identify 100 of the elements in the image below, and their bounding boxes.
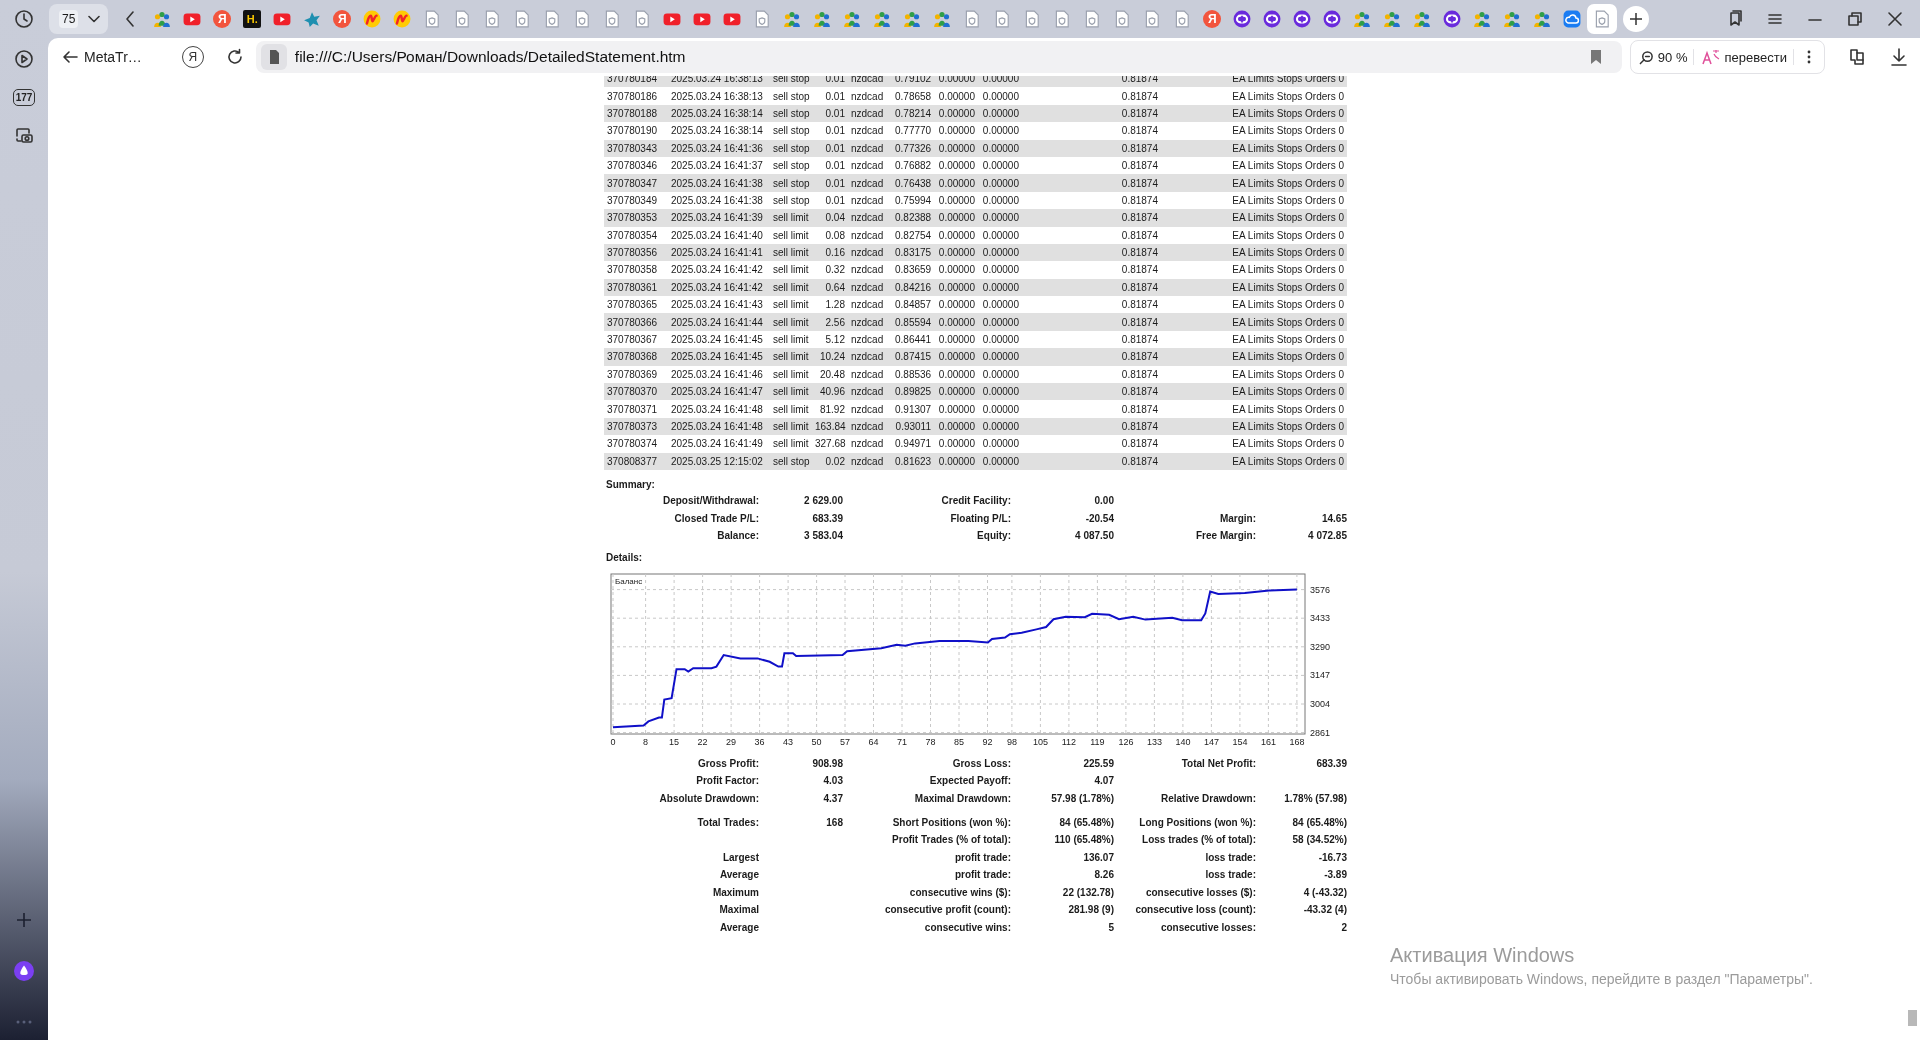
- zoom-button[interactable]: 90 %: [1638, 49, 1688, 65]
- table-cell: 0.01: [812, 87, 848, 105]
- table-cell: 0.01: [812, 174, 848, 192]
- page-icon: [513, 10, 532, 28]
- video-play-icon: [273, 10, 292, 28]
- axis-tick-label: 8: [643, 737, 649, 748]
- table-cell: 0.94971: [892, 435, 934, 453]
- table-cell: 0.81874: [1100, 435, 1161, 453]
- stat-value: 14.65: [1320, 512, 1347, 524]
- table-cell: 0.81874: [1100, 261, 1161, 279]
- back-button[interactable]: MetaTr…: [62, 49, 142, 65]
- table-cell: 0.81874: [1100, 452, 1161, 470]
- table-cell: 2025.03.24 16:38:13: [668, 76, 770, 88]
- activation-title: Активация Windows: [1390, 944, 1576, 967]
- table-cell: sell limit: [770, 313, 812, 331]
- table-cell: EA Limits Stops Orders 0: [1161, 209, 1347, 227]
- table-cell: 370780347: [604, 174, 668, 192]
- stat-value: 683.39: [811, 512, 843, 524]
- ring-logo-icon: [1443, 10, 1462, 28]
- table-cell: 0.00000: [978, 209, 1022, 227]
- page-icon: [1173, 10, 1192, 28]
- table-cell: EA Limits Stops Orders 0: [1161, 330, 1347, 349]
- table-cell: 2025.03.24 16:41:43: [668, 296, 770, 314]
- table-cell: EA Limits Stops Orders 0: [1161, 452, 1347, 470]
- table-cell: nzdcad: [848, 209, 892, 227]
- page-icon[interactable]: [260, 44, 287, 70]
- stat-label: Equity:: [976, 530, 1011, 542]
- translate-button[interactable]: перевести: [1693, 49, 1787, 65]
- table-cell: 0.85594: [892, 313, 934, 331]
- table-cell: 0.00000: [978, 278, 1022, 297]
- axis-tick-label: 154: [1232, 737, 1248, 748]
- table-cell: 0.00000: [934, 313, 978, 331]
- axis-tick-label: 140: [1175, 737, 1191, 748]
- history-icon[interactable]: [14, 9, 34, 29]
- play-icon[interactable]: [14, 49, 34, 69]
- assistant-icon[interactable]: [14, 961, 34, 981]
- swirl-logo-icon: [393, 10, 412, 28]
- scrollbar-thumb[interactable]: [1908, 1010, 1917, 1026]
- table-cell: sell stop: [770, 452, 812, 470]
- table-cell: nzdcad: [848, 452, 892, 470]
- people-icon: [1383, 10, 1402, 28]
- download-icon[interactable]: [1888, 47, 1909, 67]
- axis-tick-label: 64: [868, 737, 879, 748]
- table-cell: EA Limits Stops Orders 0: [1161, 417, 1347, 436]
- table-cell: 370780371: [604, 400, 668, 418]
- table-cell: 0.81874: [1100, 174, 1161, 192]
- table-cell: 0.00000: [934, 122, 978, 140]
- stat-label: consecutive wins:: [923, 921, 1011, 933]
- table-cell: 370780184: [604, 76, 668, 88]
- table-cell: sell limit: [770, 226, 812, 244]
- stat-label: consecutive profit (count):: [883, 904, 1011, 916]
- stat-value: 4 072.85: [1307, 530, 1347, 542]
- stat-value: 8.26: [1093, 869, 1114, 881]
- table-cell: nzdcad: [848, 156, 892, 175]
- table-cell: EA Limits Stops Orders 0: [1161, 435, 1347, 453]
- table-cell: nzdcad: [848, 313, 892, 331]
- axis-tick-label: 57: [840, 737, 850, 748]
- stat-label: Maximal Drawdown:: [913, 792, 1011, 804]
- back-chevron-icon[interactable]: [125, 11, 136, 27]
- stat-value: -16.73: [1317, 851, 1347, 863]
- table-cell: 370780366: [604, 313, 668, 331]
- back-arrow-icon: [62, 49, 78, 65]
- restore-icon[interactable]: [1846, 10, 1864, 28]
- new-tab-button[interactable]: [1623, 6, 1650, 32]
- tab-counter[interactable]: 75: [49, 4, 109, 34]
- table-cell: 0.81874: [1100, 191, 1161, 210]
- table-cell: EA Limits Stops Orders 0: [1161, 191, 1347, 210]
- close-icon[interactable]: [1886, 10, 1904, 28]
- table-cell: 0.81874: [1100, 383, 1161, 401]
- table-cell: 0.00000: [978, 417, 1022, 436]
- table-cell: 0.81874: [1100, 226, 1161, 244]
- url-text: file:///C:/Users/Роман/Downloads/DetailedStatement.htm: [294, 48, 686, 66]
- axis-tick-label: 119: [1090, 737, 1105, 748]
- table-cell: EA Limits Stops Orders 0: [1161, 174, 1347, 192]
- counter-badge[interactable]: 177: [12, 89, 36, 106]
- reload-icon[interactable]: [225, 48, 244, 66]
- video-play-icon: [183, 10, 202, 28]
- screenshot-icon[interactable]: [14, 126, 34, 146]
- table-cell: nzdcad: [848, 417, 892, 436]
- table-cell: EA Limits Stops Orders 0: [1161, 104, 1347, 123]
- stat-label: Absolute Drawdown:: [658, 792, 759, 804]
- table-cell: 0.82754: [892, 226, 934, 244]
- table-cell: 0.76882: [892, 156, 934, 175]
- stat-value: 4.37: [822, 792, 843, 804]
- table-cell: nzdcad: [848, 139, 892, 157]
- table-cell: 0.01: [812, 156, 848, 175]
- table-cell: 0.00000: [978, 365, 1022, 384]
- table-cell: nzdcad: [848, 191, 892, 210]
- table-cell: 0.91307: [892, 400, 934, 418]
- table-cell: EA Limits Stops Orders 0: [1161, 278, 1347, 297]
- people-icon: [933, 10, 952, 28]
- page-icon: [1053, 10, 1072, 28]
- stat-value: -43.32 (4): [1302, 904, 1347, 916]
- table-cell: 0.00000: [934, 87, 978, 105]
- address-field[interactable]: file:///C:/Users/Роман/Downloads/DetailedStatement.htm: [255, 41, 1622, 73]
- page-icon: [483, 10, 502, 28]
- add-icon[interactable]: [14, 910, 34, 930]
- table-cell: 0.81874: [1100, 296, 1161, 314]
- table-cell: 0.01: [812, 76, 848, 88]
- browser-tab[interactable]: H.: [237, 4, 268, 34]
